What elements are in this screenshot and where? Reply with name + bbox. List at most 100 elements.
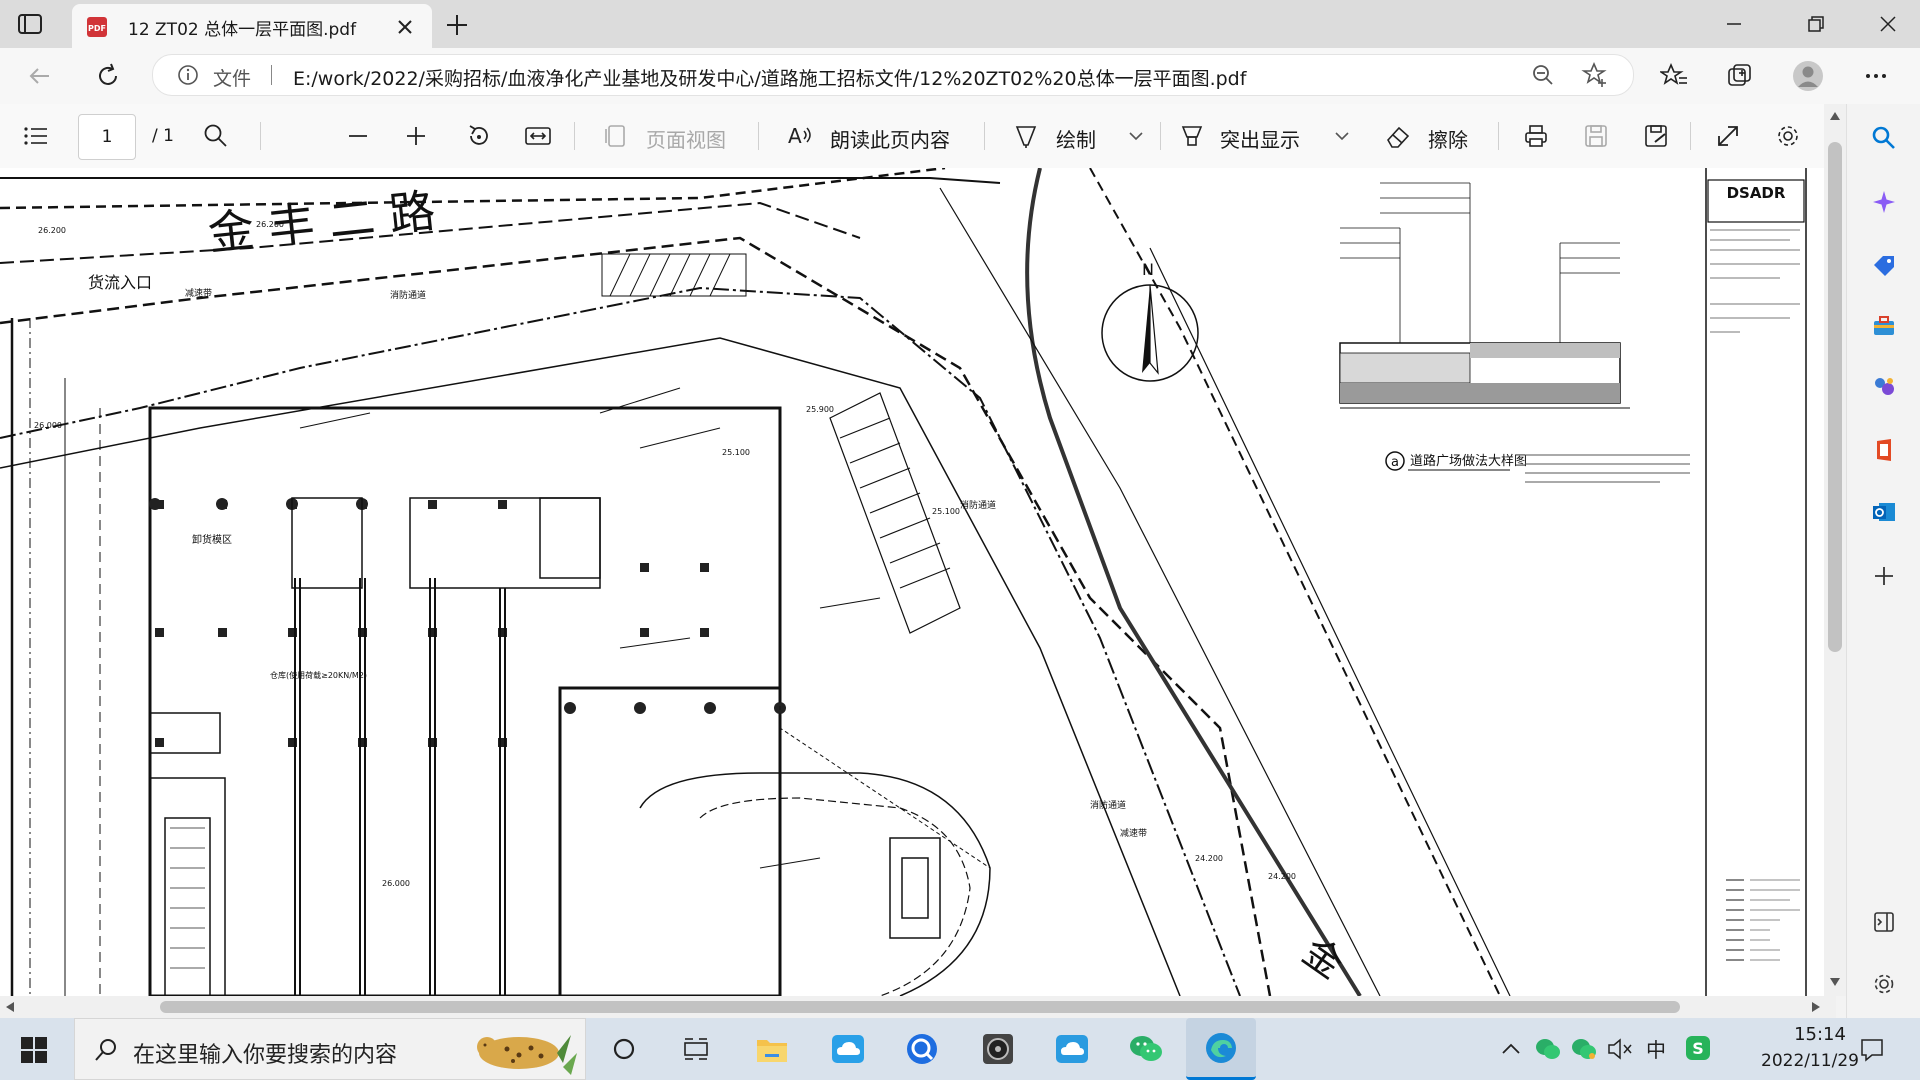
favorites-icon[interactable] <box>1660 62 1688 90</box>
tab-pdf[interactable]: PDF 12 ZT02 总体一层平面图.pdf <box>72 4 432 48</box>
fire-lane-label: 消防通道 <box>960 499 996 511</box>
cloud-app-icon[interactable] <box>826 1028 870 1070</box>
media-player-icon[interactable] <box>976 1028 1020 1070</box>
url-divider <box>271 65 272 85</box>
horizontal-scrollbar[interactable] <box>0 996 1836 1018</box>
road-detail-section: a 道路广场做法大样图 <box>1339 182 1690 483</box>
refresh-icon[interactable] <box>94 62 122 90</box>
restore-button[interactable] <box>1788 0 1844 48</box>
toolbar-separator <box>574 122 575 150</box>
zoom-in-button[interactable] <box>400 120 432 152</box>
file-explorer-icon[interactable] <box>750 1028 794 1070</box>
tray-wechat-icon[interactable] <box>1534 1036 1562 1062</box>
north-arrow: N <box>1101 260 1199 382</box>
elevation-label: 26.000 <box>34 421 62 430</box>
draw-options-chevron-down-icon[interactable] <box>1120 120 1152 152</box>
taskbar-search-box[interactable]: 在这里输入你要搜索的内容 <box>74 1018 586 1080</box>
page-view-button[interactable]: 页面视图 <box>646 124 726 153</box>
zoom-out-button[interactable] <box>342 120 374 152</box>
elevation-label: 25.100 <box>932 507 960 516</box>
search-icon[interactable] <box>200 120 232 152</box>
eraser-icon <box>1382 120 1414 152</box>
input-method-label[interactable]: 中 <box>1646 1034 1666 1063</box>
page-number-input[interactable]: 1 <box>78 114 136 160</box>
site-plan-drawing: N a 道路广场做法大样图 DSADR 金 丰 二 路 货流入口 卸货模区 仓库… <box>0 168 1807 996</box>
road-name-label: 金 丰 二 路 <box>206 183 438 261</box>
tray-wechat-work-icon[interactable] <box>1570 1036 1598 1062</box>
fit-to-width-icon[interactable] <box>522 120 554 152</box>
sogou-input-icon[interactable]: S <box>1684 1034 1712 1062</box>
scroll-up-icon[interactable] <box>1830 112 1840 120</box>
table-of-contents-icon[interactable] <box>20 120 52 152</box>
collections-icon[interactable] <box>1726 62 1754 90</box>
tab-title: 12 ZT02 总体一层平面图.pdf <box>128 20 357 40</box>
sidebar-settings-gear-icon[interactable] <box>1868 968 1900 1000</box>
minimize-button[interactable] <box>1706 0 1762 48</box>
vertical-scroll-thumb[interactable] <box>1828 142 1842 652</box>
volume-muted-icon[interactable] <box>1606 1036 1634 1062</box>
sidebar-hide-icon[interactable] <box>1868 906 1900 938</box>
erase-button[interactable]: 擦除 <box>1428 124 1468 153</box>
toolbar-separator <box>260 122 261 150</box>
page-total-label: / 1 <box>152 126 174 146</box>
sidebar-office-icon[interactable] <box>1868 434 1900 466</box>
read-aloud-button[interactable]: 朗读此页内容 <box>830 124 950 153</box>
back-arrow-icon[interactable] <box>26 62 54 90</box>
sidebar-search-icon[interactable] <box>1868 122 1900 154</box>
sidebar-tools-briefcase-icon[interactable] <box>1868 310 1900 342</box>
cloud-drive-icon[interactable] <box>1050 1028 1094 1070</box>
read-aloud-icon: A <box>784 120 816 152</box>
scroll-right-icon[interactable] <box>1812 1002 1820 1012</box>
highlighter-icon <box>1176 120 1208 152</box>
address-bar[interactable]: 文件 E:/work/2022/采购招标/血液净化产业基地及研发中心/道路施工招… <box>152 54 1634 96</box>
north-label: N <box>1142 260 1154 279</box>
sidebar-shopping-tag-icon[interactable] <box>1868 250 1900 282</box>
add-favorite-icon[interactable] <box>1581 61 1609 89</box>
edge-browser-icon[interactable] <box>1186 1018 1256 1080</box>
fullscreen-icon[interactable] <box>1712 120 1744 152</box>
pdf-settings-gear-icon[interactable] <box>1772 120 1804 152</box>
profile-avatar[interactable] <box>1792 60 1824 92</box>
notification-center-icon[interactable] <box>1858 1036 1886 1064</box>
new-tab-icon[interactable] <box>444 12 470 38</box>
toolbar-separator <box>758 122 759 150</box>
scroll-left-icon[interactable] <box>6 1002 14 1012</box>
pdf-page-canvas[interactable]: N a 道路广场做法大样图 DSADR 金 丰 二 路 货流入口 卸货模区 仓库… <box>0 168 1836 996</box>
save-as-icon[interactable] <box>1640 120 1672 152</box>
sidebar-discover-sparkle-icon[interactable] <box>1868 186 1900 218</box>
task-view-icon[interactable] <box>602 1028 646 1070</box>
toolbar-separator <box>1160 122 1161 150</box>
highlight-button[interactable]: 突出显示 <box>1220 124 1300 153</box>
svg-text:PDF: PDF <box>88 24 106 33</box>
zoom-out-icon[interactable] <box>1531 63 1555 87</box>
elevation-label: 25.900 <box>806 405 834 414</box>
url-text[interactable]: E:/work/2022/采购招标/血液净化产业基地及研发中心/道路施工招标文件… <box>293 64 1246 91</box>
sidebar-outlook-icon[interactable] <box>1868 496 1900 528</box>
zoom-meeting-icon[interactable] <box>900 1028 944 1070</box>
info-icon[interactable] <box>177 64 199 86</box>
warehouse-label: 仓库(使用荷载≥20KN/M2) <box>270 670 367 680</box>
elevation-label: 24.200 <box>1268 872 1296 881</box>
pdf-toolbar: 1 / 1 页面视图 A 朗读此页内容 绘制 突出显示 擦除 <box>0 104 1836 169</box>
save-icon[interactable] <box>1580 120 1612 152</box>
freight-entrance-label: 货流入口 <box>88 273 152 292</box>
elevation-label: 26.200 <box>38 226 66 235</box>
highlight-options-chevron-down-icon[interactable] <box>1326 120 1358 152</box>
widgets-icon[interactable] <box>674 1028 718 1070</box>
horizontal-scroll-thumb[interactable] <box>160 1001 1680 1013</box>
draw-button[interactable]: 绘制 <box>1056 124 1096 153</box>
close-window-button[interactable] <box>1860 0 1916 48</box>
rotate-icon[interactable] <box>462 120 494 152</box>
more-options-icon[interactable] <box>1862 62 1890 90</box>
print-icon[interactable] <box>1520 120 1552 152</box>
show-hidden-icons-chevron-up-icon[interactable] <box>1500 1038 1522 1060</box>
unloading-area-label: 卸货模区 <box>192 533 232 546</box>
vertical-scrollbar[interactable] <box>1824 104 1846 996</box>
close-tab-icon[interactable] <box>394 16 416 38</box>
scroll-down-icon[interactable] <box>1830 978 1840 986</box>
sidebar-add-icon[interactable] <box>1868 560 1900 592</box>
sidebar-games-icon[interactable] <box>1868 370 1900 402</box>
windows-start-icon[interactable] <box>20 1036 48 1064</box>
wechat-icon[interactable] <box>1124 1028 1168 1070</box>
tab-actions-icon[interactable] <box>16 12 44 36</box>
